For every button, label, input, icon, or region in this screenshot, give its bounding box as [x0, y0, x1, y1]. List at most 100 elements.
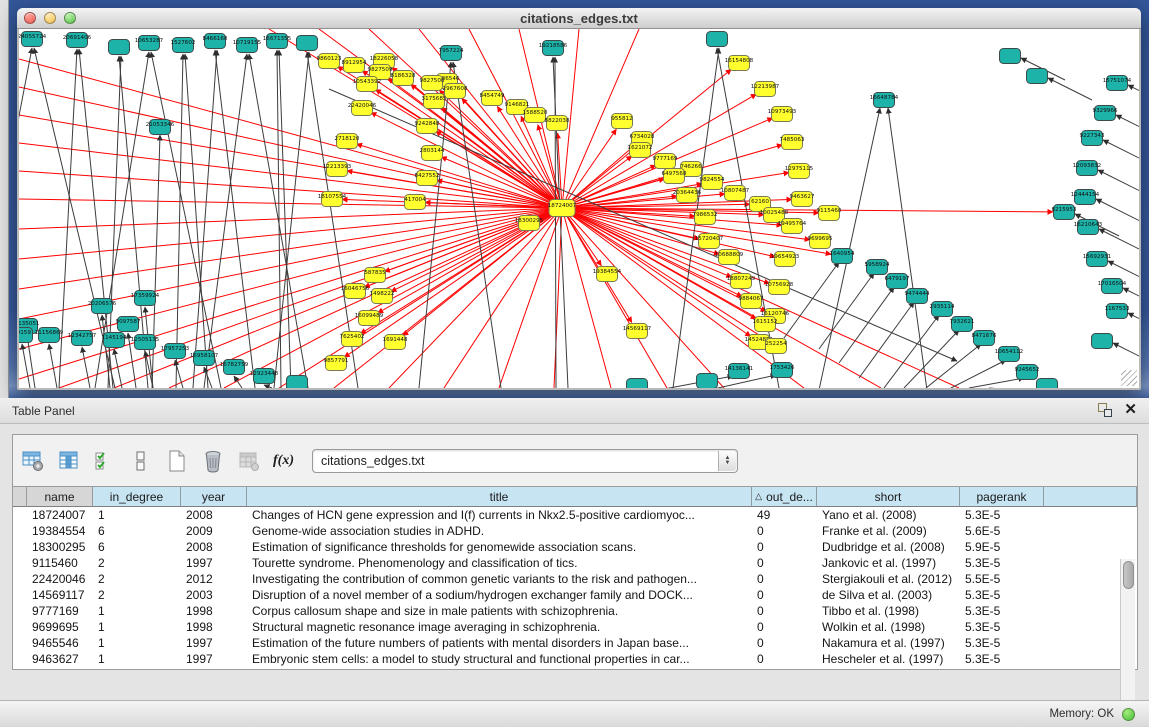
- edge-selected[interactable]: [19, 199, 562, 208]
- selected-node[interactable]: 14569117: [623, 324, 652, 339]
- edge[interactable]: [264, 385, 272, 388]
- table-row[interactable]: 946554611997Estimation of the future num…: [13, 635, 1137, 651]
- selected-node[interactable]: 18300295: [515, 216, 544, 231]
- window-titlebar[interactable]: citations_edges.txt: [17, 8, 1141, 29]
- node[interactable]: 6479197: [885, 274, 910, 289]
- selected-node[interactable]: 8822038: [545, 116, 570, 131]
- node[interactable]: 1167533: [1105, 304, 1130, 319]
- selected-node[interactable]: 8912954: [342, 58, 367, 73]
- node[interactable]: 16210643: [1074, 220, 1103, 235]
- node[interactable]: 9245652: [1015, 365, 1040, 380]
- node[interactable]: 15692931: [1083, 252, 1112, 267]
- scrollbar-thumb[interactable]: [1123, 561, 1134, 589]
- selected-node[interactable]: 252254: [765, 339, 787, 354]
- rows-icon[interactable]: [127, 447, 155, 475]
- selected-node[interactable]: 3175685: [422, 94, 447, 109]
- node[interactable]: 1753426: [770, 363, 795, 378]
- edge[interactable]: [819, 273, 874, 349]
- function-builder-icon[interactable]: f(x): [273, 453, 294, 469]
- edge[interactable]: [152, 135, 160, 388]
- node[interactable]: [697, 374, 718, 389]
- selected-node[interactable]: 16046756: [341, 284, 370, 299]
- node[interactable]: 11156869: [35, 328, 64, 343]
- node[interactable]: 8215953: [1052, 205, 1077, 220]
- node[interactable]: [297, 36, 318, 51]
- node[interactable]: 8466160: [203, 34, 228, 49]
- node[interactable]: 12444154: [1071, 190, 1100, 205]
- node[interactable]: [1092, 334, 1113, 349]
- memory-ok-indicator-icon[interactable]: [1122, 708, 1135, 721]
- selected-node[interactable]: 18807249: [727, 274, 756, 289]
- selected-node[interactable]: 955812: [611, 114, 632, 129]
- selected-node[interactable]: 22420046: [348, 101, 377, 116]
- table-row[interactable]: 1456911722003Disruption of a novel membe…: [13, 587, 1137, 603]
- column-header-name[interactable]: name: [27, 487, 93, 507]
- selected-node[interactable]: 16099489: [355, 311, 384, 326]
- selected-node[interactable]: 10543392: [353, 77, 381, 92]
- selected-node[interactable]: 7625402: [340, 332, 365, 347]
- node[interactable]: 7957224: [439, 46, 464, 61]
- edge[interactable]: [784, 262, 839, 338]
- table-vertical-scrollbar[interactable]: [1120, 559, 1135, 719]
- node[interactable]: [1037, 379, 1058, 389]
- selected-node[interactable]: 10973493: [768, 107, 797, 122]
- selected-node[interactable]: 7485063: [780, 135, 805, 150]
- edge[interactable]: [22, 344, 30, 388]
- node[interactable]: 12923448: [250, 369, 279, 384]
- node[interactable]: 24055724: [19, 32, 47, 47]
- selected-node[interactable]: 18107554: [318, 192, 347, 207]
- combo-stepper-icon[interactable]: ▲▼: [718, 451, 736, 471]
- network-canvas[interactable]: 2405572420691406106532871527602846616010…: [19, 29, 1139, 388]
- selected-node[interactable]: 8454749: [480, 91, 505, 106]
- edge-selected[interactable]: [357, 144, 562, 208]
- node[interactable]: 12342757: [68, 331, 97, 346]
- selected-node[interactable]: 587835: [364, 268, 386, 283]
- selected-node[interactable]: 6497568: [662, 169, 687, 184]
- edge[interactable]: [1098, 170, 1139, 192]
- edge[interactable]: [904, 330, 959, 388]
- column-header-short[interactable]: short: [817, 487, 960, 507]
- selected-node[interactable]: 19654923: [771, 252, 800, 267]
- edge-selected[interactable]: [371, 112, 562, 208]
- edge[interactable]: [951, 360, 1006, 388]
- node[interactable]: 9227343: [1080, 131, 1105, 146]
- node[interactable]: 20206576: [88, 299, 117, 314]
- node[interactable]: 1640954: [830, 249, 855, 264]
- table-selector[interactable]: citations_edges.txt ▲▼: [312, 449, 738, 473]
- node[interactable]: 9097587: [116, 317, 141, 332]
- selected-node[interactable]: 19384554: [593, 267, 622, 282]
- node[interactable]: 8471676: [972, 331, 997, 346]
- selected-node[interactable]: 1691448: [383, 335, 408, 350]
- selected-node[interactable]: 8427552: [415, 171, 440, 186]
- selected-node[interactable]: 9699695: [808, 234, 833, 249]
- edge[interactable]: [1128, 313, 1139, 335]
- node[interactable]: 20691406: [63, 33, 92, 48]
- window-resize-grip[interactable]: [1121, 370, 1137, 386]
- node[interactable]: 10654112: [995, 347, 1023, 362]
- close-panel-icon[interactable]: ✕: [1124, 403, 1137, 417]
- edge[interactable]: [453, 62, 501, 388]
- table-row[interactable]: 2242004622012Investigating the contribut…: [13, 571, 1137, 587]
- selected-node[interactable]: 9857791: [324, 356, 349, 371]
- node[interactable]: 21053346: [146, 120, 175, 135]
- edge[interactable]: [1099, 229, 1139, 251]
- selected-node[interactable]: 9242848: [415, 119, 440, 134]
- selected-node[interactable]: 9860123: [317, 54, 342, 69]
- node[interactable]: [1000, 49, 1021, 64]
- edge[interactable]: [82, 347, 90, 388]
- table-row[interactable]: 946362711997Embryonic stem cells: a mode…: [13, 651, 1137, 667]
- column-header-out_de[interactable]: △out_de...: [752, 487, 817, 507]
- column-header-title[interactable]: title: [247, 487, 752, 507]
- node[interactable]: 9474444: [905, 289, 930, 304]
- node[interactable]: 14136141: [725, 364, 754, 379]
- table-mode-icon[interactable]: [19, 447, 47, 475]
- network-graph[interactable]: 2405572420691406106532871527602846616010…: [19, 29, 1139, 388]
- selected-node[interactable]: 9884067: [739, 294, 764, 309]
- selected-node[interactable]: 12975115: [785, 164, 814, 179]
- selected-node[interactable]: 1621072: [628, 143, 653, 158]
- edge[interactable]: [215, 50, 255, 388]
- table-row[interactable]: 911546021997Tourette syndrome. Phenomeno…: [13, 555, 1137, 571]
- node[interactable]: 19218586: [539, 41, 568, 56]
- edge[interactable]: [1128, 85, 1139, 107]
- table-row[interactable]: 1938455462009Genome-wide association stu…: [13, 523, 1137, 539]
